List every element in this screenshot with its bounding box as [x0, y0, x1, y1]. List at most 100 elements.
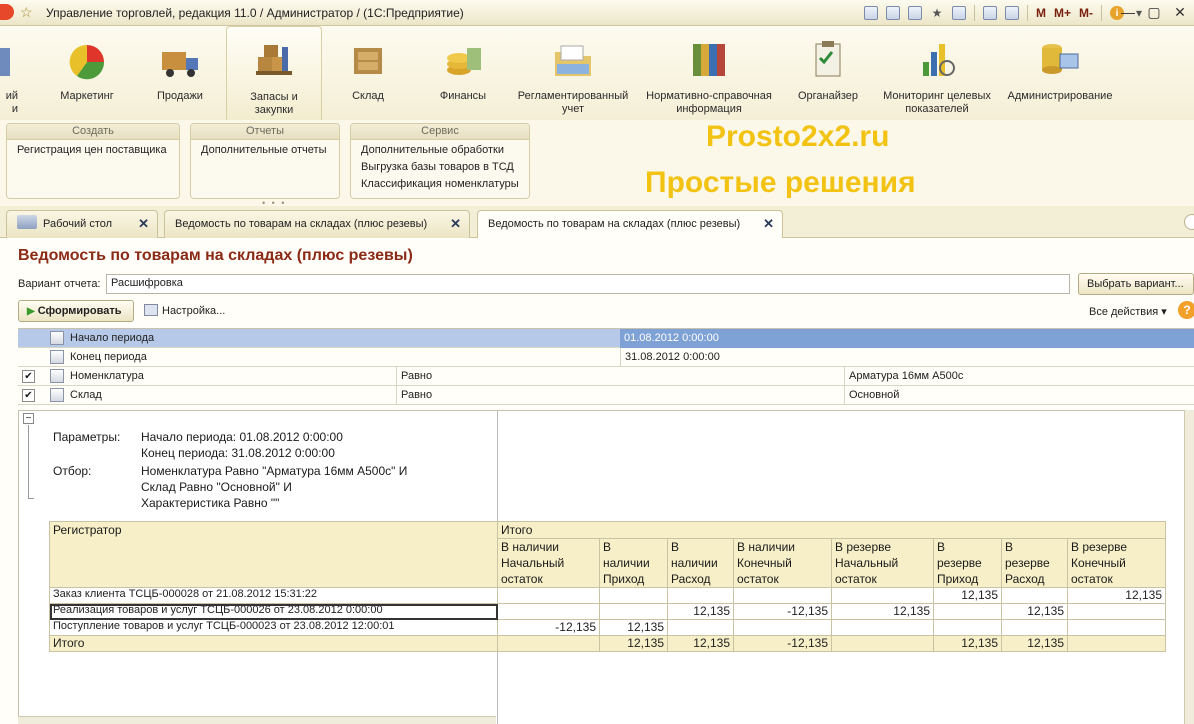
- total-label[interactable]: Итого: [49, 635, 498, 652]
- section-finance[interactable]: Финансы: [428, 26, 498, 120]
- calculator-icon[interactable]: [979, 3, 1001, 23]
- all-actions-menu[interactable]: Все действия ▾: [1089, 305, 1167, 318]
- table-row[interactable]: Реализация товаров и услуг ТСЦБ-000026 о…: [49, 603, 1166, 620]
- setting-row-start[interactable]: Начало периода 01.08.2012 0:00:00: [18, 329, 1194, 348]
- setting-value[interactable]: Основной: [844, 386, 899, 405]
- value-cell[interactable]: 12,135: [1067, 587, 1166, 604]
- link-classification[interactable]: Классификация номенклатуры: [361, 176, 519, 193]
- value-cell[interactable]: 12,135: [1001, 603, 1068, 620]
- total-row[interactable]: Итого 12,135 12,135 -12,135 12,135 12,135: [49, 635, 1166, 652]
- section-sales[interactable]: Продажи: [144, 26, 216, 120]
- save-icon[interactable]: [860, 3, 882, 23]
- link-supplier-prices[interactable]: Регистрация цен поставщика: [7, 140, 179, 159]
- value-cell[interactable]: [667, 587, 734, 604]
- section-kpi-monitoring[interactable]: Мониторинг целевых показателей: [878, 26, 996, 120]
- tab-desktop[interactable]: Рабочий стол ✕: [6, 210, 158, 238]
- value-cell[interactable]: 12,135: [599, 635, 668, 652]
- value-cell[interactable]: [497, 603, 600, 620]
- section-marketing[interactable]: Маркетинг: [50, 26, 124, 120]
- section-reference-info[interactable]: Нормативно-справочная информация: [642, 26, 776, 120]
- value-cell[interactable]: [733, 619, 832, 636]
- memory-plus-button[interactable]: M+: [1050, 6, 1075, 20]
- history-icon[interactable]: [948, 3, 970, 23]
- close-icon[interactable]: ✕: [1170, 4, 1190, 21]
- value-cell[interactable]: [1067, 635, 1166, 652]
- value-cell[interactable]: 12,135: [933, 635, 1002, 652]
- add-favorite-icon[interactable]: ★: [926, 3, 948, 23]
- choose-variant-button[interactable]: Выбрать вариант...: [1078, 273, 1194, 295]
- setting-row-end[interactable]: Конец периода 31.08.2012 0:00:00: [18, 348, 1194, 367]
- table-row[interactable]: Заказ клиента ТСЦБ-000028 от 21.08.2012 …: [49, 587, 1166, 604]
- registrar-cell[interactable]: Заказ клиента ТСЦБ-000028 от 21.08.2012 …: [49, 587, 498, 604]
- section-warehouse[interactable]: Склад: [334, 26, 402, 120]
- tab-report-1[interactable]: Ведомость по товарам на складах (плюс ре…: [164, 210, 470, 238]
- setting-value[interactable]: 01.08.2012 0:00:00: [620, 329, 1194, 348]
- value-cell[interactable]: [1067, 619, 1166, 636]
- value-cell[interactable]: [733, 587, 832, 604]
- vertical-scrollbar[interactable]: [1184, 410, 1194, 724]
- link-export-tsd[interactable]: Выгрузка базы товаров в ТСД: [361, 159, 519, 176]
- setting-value[interactable]: Арматура 16мм А500с: [844, 367, 963, 386]
- minimize-icon[interactable]: —: [1118, 4, 1138, 21]
- settings-link[interactable]: Настройка...: [144, 304, 225, 317]
- value-cell[interactable]: -12,135: [733, 635, 832, 652]
- value-cell[interactable]: -12,135: [733, 603, 832, 620]
- app-logo-icon[interactable]: [0, 4, 14, 20]
- value-cell[interactable]: [497, 587, 600, 604]
- tab-report-2[interactable]: Ведомость по товарам на складах (плюс ре…: [477, 210, 783, 239]
- close-icon[interactable]: ✕: [763, 211, 774, 237]
- link-additional-processing[interactable]: Дополнительные обработки: [361, 142, 519, 159]
- value-cell[interactable]: [933, 603, 1002, 620]
- value-cell[interactable]: 12,135: [1001, 635, 1068, 652]
- value-cell[interactable]: 12,135: [831, 603, 934, 620]
- value-cell[interactable]: [1067, 603, 1166, 620]
- value-cell[interactable]: 12,135: [667, 603, 734, 620]
- maximize-icon[interactable]: ▢: [1144, 4, 1164, 21]
- value-cell[interactable]: [831, 635, 934, 652]
- preview-icon[interactable]: [904, 3, 926, 23]
- calendar-icon[interactable]: [1001, 3, 1023, 23]
- value-cell[interactable]: [1001, 619, 1068, 636]
- value-cell[interactable]: [599, 587, 668, 604]
- section-organizer[interactable]: Органайзер: [792, 26, 864, 120]
- link-additional-reports[interactable]: Дополнительные отчеты: [191, 140, 339, 159]
- value-cell[interactable]: [599, 603, 668, 620]
- horizontal-scrollbar[interactable]: [18, 716, 496, 724]
- value-cell[interactable]: 12,135: [667, 635, 734, 652]
- registrar-cell[interactable]: Поступление товаров и услуг ТСЦБ-000023 …: [49, 619, 498, 636]
- use-checkbox[interactable]: ✔: [22, 370, 35, 383]
- value-cell[interactable]: [667, 619, 734, 636]
- generate-report-button[interactable]: ▶ Сформировать: [18, 300, 134, 322]
- setting-row-nomenclature[interactable]: ✔ Номенклатура Равно Арматура 16мм А500с: [18, 367, 1194, 386]
- value-cell[interactable]: 12,135: [933, 587, 1002, 604]
- section-administration[interactable]: Администрирование: [1004, 26, 1116, 120]
- setting-value[interactable]: 31.08.2012 0:00:00: [620, 348, 720, 367]
- value-cell[interactable]: 12,135: [599, 619, 668, 636]
- value-cell[interactable]: [831, 587, 934, 604]
- setting-condition[interactable]: Равно: [396, 367, 432, 386]
- value-cell[interactable]: [831, 619, 934, 636]
- value-cell[interactable]: [1001, 587, 1068, 604]
- table-row[interactable]: Поступление товаров и услуг ТСЦБ-000023 …: [49, 619, 1166, 636]
- help-icon[interactable]: ?: [1178, 301, 1194, 319]
- print-icon[interactable]: [882, 3, 904, 23]
- collapse-group-icon[interactable]: −: [23, 413, 34, 424]
- memory-minus-button[interactable]: M-: [1075, 6, 1097, 20]
- favorites-star-icon[interactable]: ☆: [20, 4, 33, 21]
- use-checkbox[interactable]: ✔: [22, 389, 35, 402]
- section-inventory[interactable]: Запасы и закупки: [226, 26, 322, 120]
- tabs-scroll-icon[interactable]: [1184, 214, 1194, 230]
- setting-row-warehouse[interactable]: ✔ Склад Равно Основной: [18, 386, 1194, 405]
- close-icon[interactable]: ✕: [138, 211, 149, 237]
- setting-condition[interactable]: Равно: [396, 386, 432, 405]
- report-document[interactable]: − Параметры: Начало периода: 01.08.2012 …: [18, 410, 1184, 724]
- value-cell[interactable]: [497, 635, 600, 652]
- value-cell[interactable]: -12,135: [497, 619, 600, 636]
- section-partial[interactable]: ий и: [0, 26, 20, 120]
- registrar-cell[interactable]: Реализация товаров и услуг ТСЦБ-000026 о…: [49, 603, 498, 620]
- value-cell[interactable]: [933, 619, 1002, 636]
- close-icon[interactable]: ✕: [450, 211, 461, 237]
- section-regulated-accounting[interactable]: Регламентированный учет: [512, 26, 634, 120]
- memory-button[interactable]: M: [1032, 6, 1050, 20]
- variant-field[interactable]: Расшифровка: [106, 274, 1070, 294]
